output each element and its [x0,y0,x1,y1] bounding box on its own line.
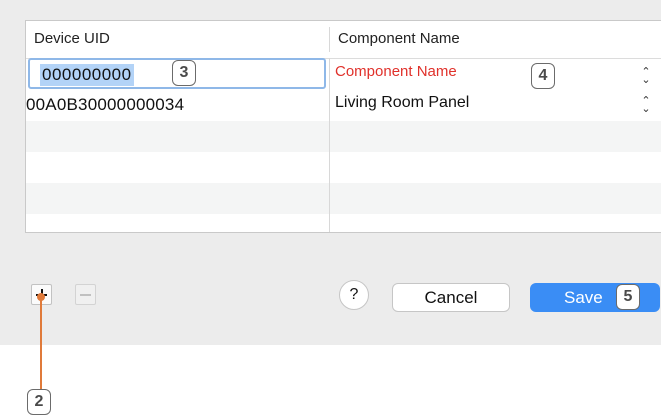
device-uid-cell: 00A0B30000000034 [26,95,185,114]
table-row-empty [26,121,661,152]
table-row-empty [26,214,661,232]
save-button[interactable]: Save [530,283,660,312]
component-name-popup-placeholder[interactable]: Component Name [335,63,457,80]
column-header-component-name[interactable]: Component Name [338,21,460,58]
column-separator [329,58,330,232]
callout-badge-3: 3 [172,60,196,86]
component-mapping-dialog: Device UID Component Name 000000000 Comp… [0,0,661,345]
chevron-up-down-icon[interactable]: ⌃ ⌄ [639,96,653,115]
minus-icon [80,294,91,296]
callout-line [40,296,42,389]
device-uid-selected-text: 000000000 [40,64,134,86]
remove-row-button[interactable] [75,284,96,305]
device-table: Device UID Component Name 000000000 Comp… [25,20,661,233]
chevron-up-down-icon[interactable]: ⌃ ⌄ [639,67,653,86]
column-divider[interactable] [329,27,330,52]
save-button-label: Save [564,288,603,307]
column-header-device-uid[interactable]: Device UID [34,21,110,58]
callout-badge-2: 2 [27,389,51,415]
callout-badge-4: 4 [531,63,555,89]
cancel-button[interactable]: Cancel [392,283,510,312]
help-button[interactable]: ? [339,280,369,310]
callout-badge-5: 5 [616,284,640,310]
table-row-empty [26,152,661,183]
table-header: Device UID Component Name [26,21,661,59]
component-name-popup[interactable]: Living Room Panel [335,94,469,112]
table-row-empty [26,183,661,214]
